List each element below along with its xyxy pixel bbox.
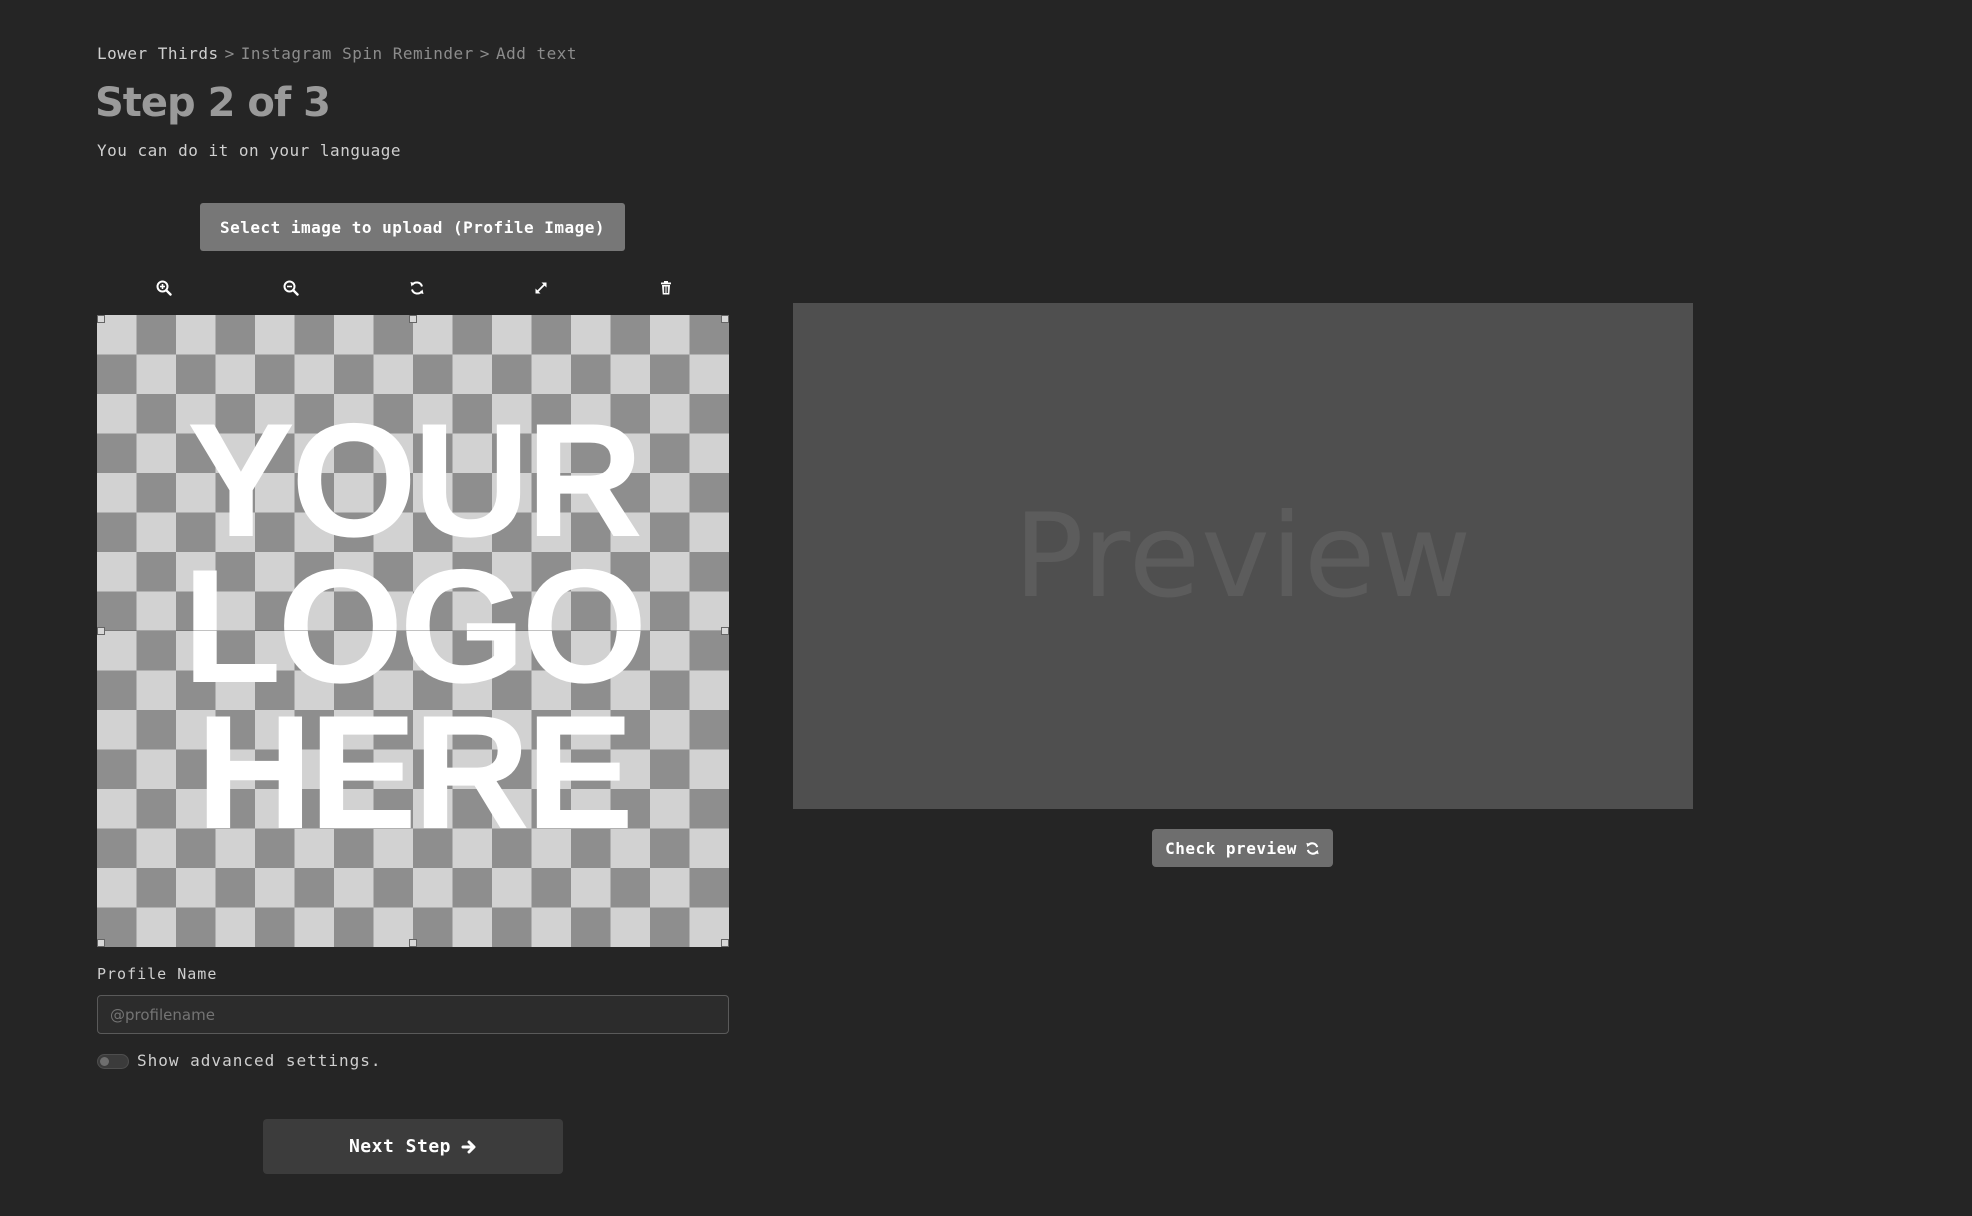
zoom-in-button[interactable]	[148, 272, 180, 304]
image-crop-area[interactable]: YOUR LOGO HERE	[97, 315, 729, 947]
next-step-button[interactable]: Next Step	[263, 1119, 563, 1174]
logo-placeholder-line: LOGO	[182, 536, 648, 717]
breadcrumb-item-add-text: Add text	[495, 44, 577, 63]
page-title: Step 2 of 3	[95, 80, 331, 126]
trash-icon	[661, 281, 671, 295]
crop-handle-top[interactable]	[409, 315, 417, 323]
breadcrumb-separator: >	[479, 44, 490, 63]
crop-handle-right[interactable]	[721, 627, 729, 635]
breadcrumb-separator: >	[224, 44, 235, 63]
arrow-right-icon	[461, 1140, 476, 1153]
profile-name-input[interactable]	[97, 995, 729, 1034]
breadcrumb-item-lower-thirds[interactable]: Lower Thirds	[97, 44, 219, 63]
check-preview-button[interactable]: Check preview	[1152, 829, 1333, 867]
next-step-label: Next Step	[348, 1136, 452, 1157]
breadcrumb-item-instagram-spin-reminder[interactable]: Instagram Spin Reminder	[241, 44, 474, 63]
toggle-knob	[100, 1057, 109, 1066]
expand-button[interactable]	[525, 272, 557, 304]
page: Lower Thirds > Instagram Spin Reminder >…	[0, 0, 1972, 1216]
zoom-out-icon	[283, 280, 299, 296]
expand-icon	[535, 282, 547, 294]
crop-guide-line	[97, 630, 729, 631]
logo-placeholder-line: HERE	[195, 682, 634, 863]
preview-panel: Preview	[793, 303, 1693, 809]
crop-handle-bottom-left[interactable]	[97, 939, 105, 947]
logo-placeholder: YOUR LOGO HERE	[97, 390, 729, 863]
rotate-button[interactable]	[401, 272, 433, 304]
zoom-out-button[interactable]	[275, 272, 307, 304]
select-image-button[interactable]: Select image to upload (Profile Image)	[200, 203, 625, 251]
breadcrumb: Lower Thirds > Instagram Spin Reminder >…	[97, 44, 577, 63]
crop-handle-bottom-right[interactable]	[721, 939, 729, 947]
advanced-settings-toggle[interactable]	[97, 1054, 129, 1069]
preview-placeholder-text: Preview	[1013, 488, 1473, 624]
rotate-icon	[410, 281, 424, 295]
page-subtitle: You can do it on your language	[97, 141, 401, 160]
logo-placeholder-line: YOUR	[186, 390, 643, 571]
crop-handle-left[interactable]	[97, 627, 105, 635]
advanced-settings-label: Show advanced settings.	[137, 1051, 382, 1070]
check-preview-label: Check preview	[1165, 838, 1297, 858]
crop-handle-top-right[interactable]	[721, 315, 729, 323]
delete-button[interactable]	[650, 272, 682, 304]
profile-name-label: Profile Name	[97, 965, 218, 983]
zoom-in-icon	[156, 280, 172, 296]
crop-handle-top-left[interactable]	[97, 315, 105, 323]
refresh-icon	[1306, 841, 1319, 855]
crop-toolbar	[97, 272, 729, 304]
crop-handle-bottom[interactable]	[409, 939, 417, 947]
